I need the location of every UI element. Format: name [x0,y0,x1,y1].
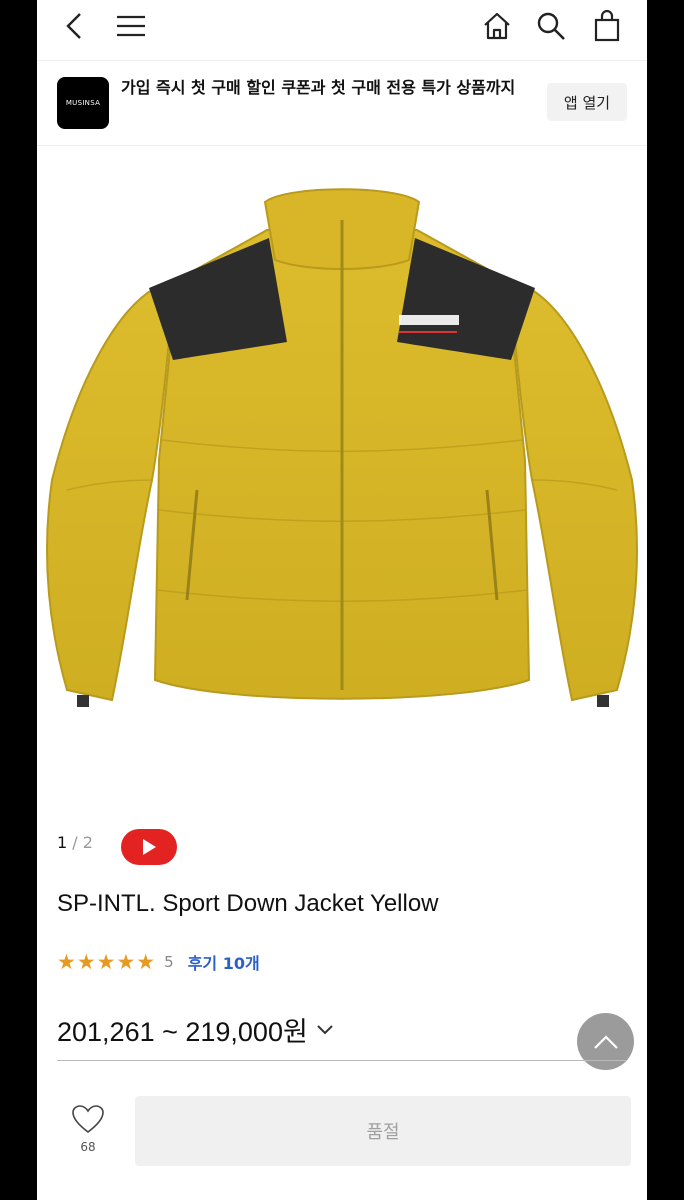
top-nav [37,0,647,52]
search-icon [537,12,565,40]
play-icon [143,839,156,855]
musinsa-logo: MUSINSA [57,77,109,129]
pager-total: 2 [82,833,93,852]
chevron-down-icon [317,1024,333,1034]
banner-message: 가입 즉시 첫 구매 할인 쿠폰과 첫 구매 전용 특가 상품까지 [121,78,516,97]
hamburger-icon [117,15,145,37]
back-button[interactable] [55,6,95,46]
home-icon [484,12,510,40]
left-sleeve [46,286,174,702]
right-sleeve [510,286,638,702]
divider [37,145,647,146]
shopping-bag-icon [594,10,620,42]
cart-button[interactable] [587,6,627,46]
scroll-top-button[interactable] [577,1013,634,1070]
chevron-left-icon [66,13,81,39]
soldout-button[interactable]: 품절 [135,1096,631,1166]
mobile-screen: MUSINSA 가입 즉시 첫 구매 할인 쿠폰과 첫 구매 전용 특가 상품까… [37,0,647,1200]
like-button[interactable]: 68 [65,1104,111,1154]
menu-button[interactable] [111,6,151,46]
price-text: 201,261 ~ 219,000원 [57,1017,308,1047]
image-pager: 1 / 2 [57,833,93,852]
rating-stars: ★★★★★ [57,950,157,974]
product-image[interactable] [37,160,647,730]
open-app-button[interactable]: 앱 열기 [547,83,627,121]
like-count: 68 [80,1140,96,1154]
reviews-link[interactable]: 후기 10개 [188,950,260,974]
rating-row: ★★★★★ 5 후기 10개 [57,950,260,974]
search-button[interactable] [531,6,571,46]
product-title: SP-INTL. Sport Down Jacket Yellow [57,890,439,917]
video-button[interactable] [121,829,177,865]
price-range[interactable]: 201,261 ~ 219,000원 [57,1010,334,1049]
chest-logo [399,315,459,325]
divider [57,1060,627,1061]
pager-current: 1 [57,833,68,852]
home-button[interactable] [477,6,517,46]
bottom-action-bar: 68 품절 [37,1084,647,1200]
heart-icon [72,1105,104,1134]
chevron-up-icon [593,1034,618,1049]
rating-value: 5 [164,953,174,971]
app-banner[interactable]: MUSINSA 가입 즉시 첫 구매 할인 쿠폰과 첫 구매 전용 특가 상품까… [37,61,647,145]
